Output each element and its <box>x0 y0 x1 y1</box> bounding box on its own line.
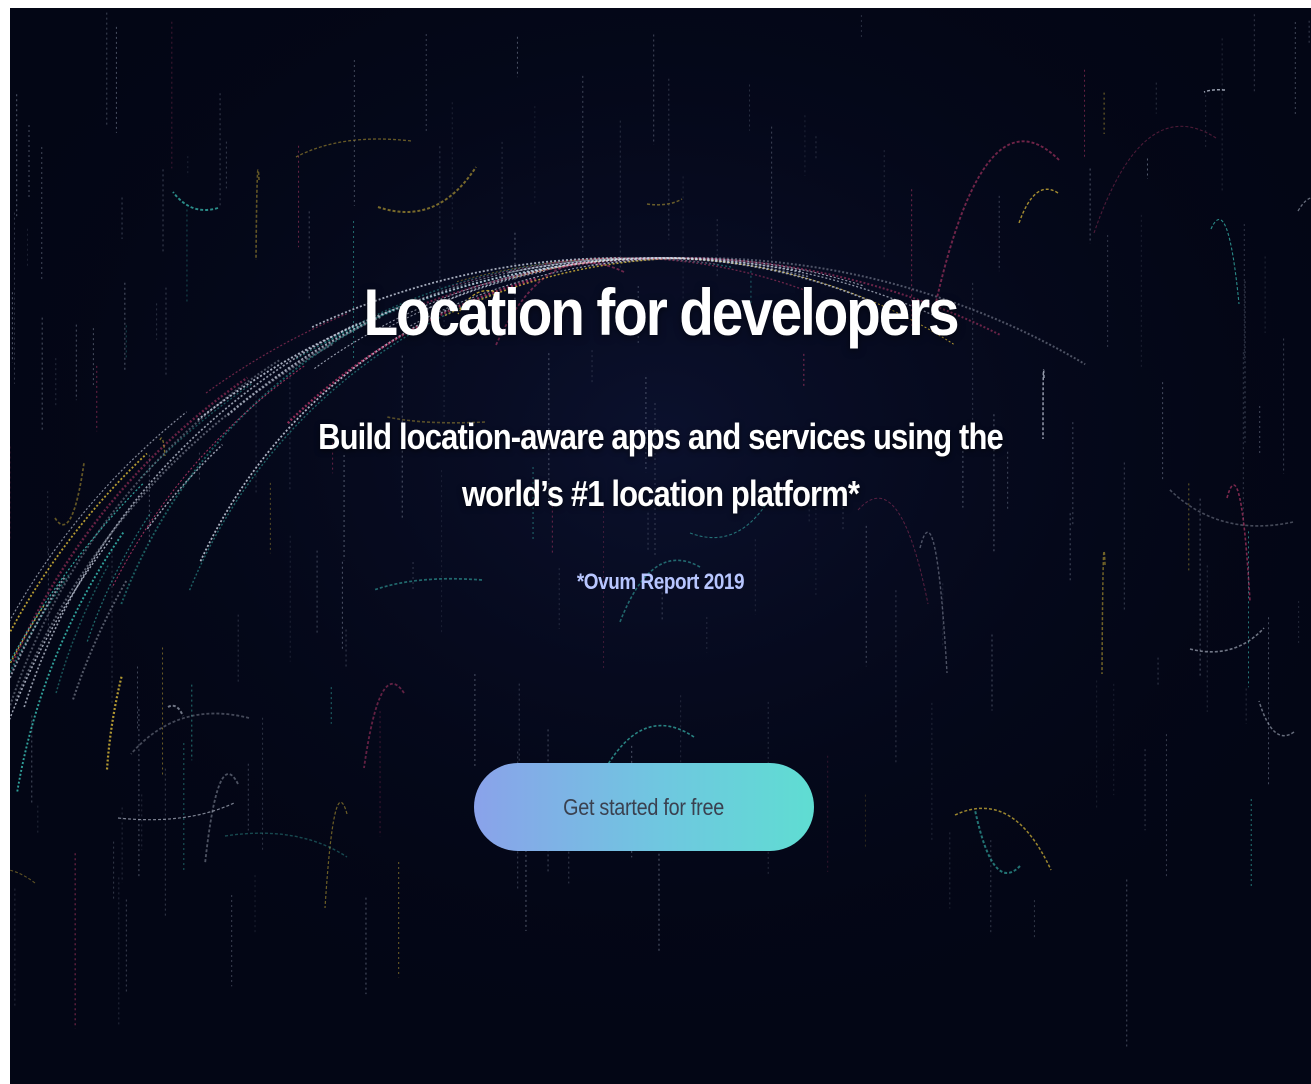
get-started-button-label: Get started for free <box>563 793 725 820</box>
source-footnote: *Ovum Report 2019 <box>576 569 745 594</box>
hero-subtitle-line-2: world’s #1 location platform* <box>461 473 860 514</box>
hero-subtitle-line-1: Build location-aware apps and services u… <box>318 416 1004 457</box>
get-started-button[interactable]: Get started for free <box>474 763 814 851</box>
hero-section: Location for developers Build location-a… <box>10 8 1311 1084</box>
page-title: Location for developers <box>363 275 960 349</box>
hero-subtitle: Build location-aware apps and services u… <box>230 408 1091 522</box>
